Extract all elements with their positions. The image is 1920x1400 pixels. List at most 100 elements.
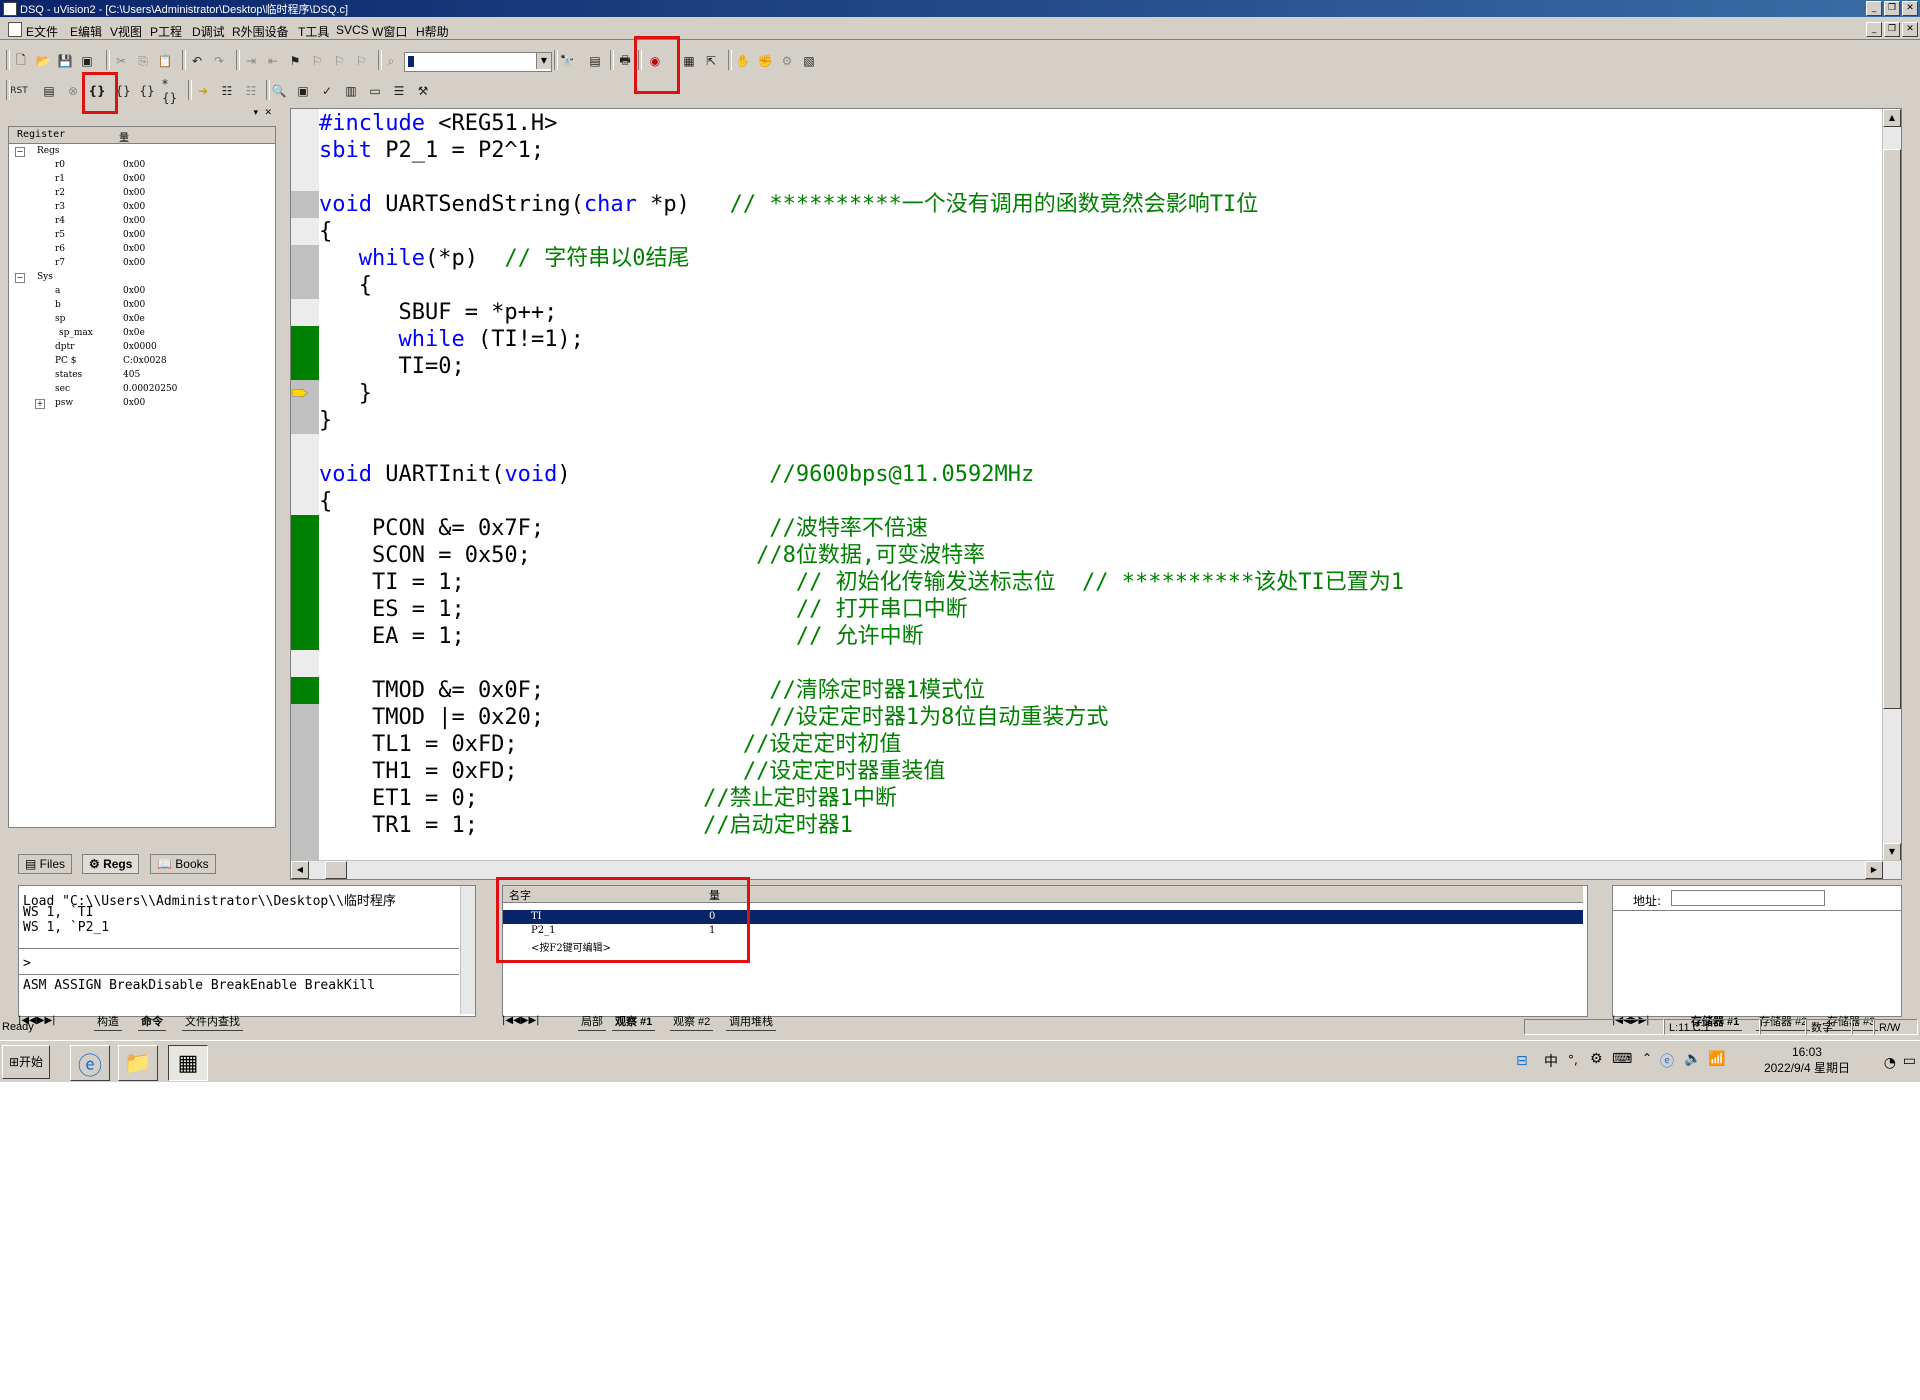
register-row[interactable]: + psw 0x00 (9, 397, 275, 411)
scroll-down-icon[interactable]: ▼ (1883, 843, 1901, 861)
register-row[interactable]: r0 0x00 (9, 159, 275, 173)
config-icon[interactable]: ⚙ (778, 52, 796, 70)
code-line[interactable]: TH1 = 0xFD; //设定定时器重装值 (319, 758, 945, 785)
trace-icon[interactable]: ☷ (218, 82, 236, 100)
menu-file[interactable]: E文件 (26, 23, 58, 40)
explorer-icon[interactable]: 📁 (118, 1045, 158, 1081)
panel-menu-icon[interactable]: ▾ (253, 108, 258, 118)
code-line[interactable]: TMOD &= 0x0F; //清除定时器1模式位 (319, 677, 985, 704)
redo-icon[interactable]: ↷ (210, 52, 228, 70)
new-file-icon[interactable]: 🗋 (12, 52, 30, 70)
menu-debug[interactable]: D调试 (192, 23, 225, 40)
scroll-right-icon[interactable]: ▶ (1865, 861, 1883, 879)
title-bar[interactable]: DSQ - uVision2 - [C:\Users\Administrator… (0, 0, 1920, 17)
code-line[interactable]: SBUF = *p++; (319, 299, 557, 326)
register-row[interactable]: r6 0x00 (9, 243, 275, 257)
mdi-close-button[interactable]: ✕ (1902, 22, 1918, 37)
volume-icon[interactable]: 🔈 (1684, 1051, 1701, 1067)
paste-icon[interactable]: 📋 (156, 52, 174, 70)
register-group[interactable]: − Regs (9, 145, 275, 159)
menu-tools[interactable]: T工具 (298, 23, 329, 40)
stop-icon[interactable]: ⊗ (64, 82, 82, 100)
mdi-minimize-button[interactable]: _ (1866, 22, 1882, 37)
punctuation-icon[interactable]: °, (1568, 1053, 1578, 1067)
menu-view[interactable]: V视图 (110, 23, 142, 40)
settings-icon[interactable]: ⚙ (1590, 1051, 1603, 1067)
print-icon[interactable]: 🖶 (616, 52, 634, 70)
tab-files[interactable]: ▤ Files (18, 854, 73, 874)
mdi-restore-button[interactable]: ❐ (1884, 22, 1900, 37)
clear-bookmarks-icon[interactable]: ⚐ (352, 52, 370, 70)
memory-window[interactable]: 地址: (1612, 885, 1902, 1017)
code-line[interactable]: EA = 1; // 允许中断 (319, 623, 924, 650)
code-line[interactable]: { (319, 272, 372, 299)
scroll-thumb[interactable] (1883, 149, 1901, 709)
save-all-icon[interactable]: ▣ (78, 52, 96, 70)
indent-icon[interactable]: ⇥ (242, 52, 260, 70)
code-line[interactable]: { (319, 218, 332, 245)
code-line[interactable]: SCON = 0x50; //8位数据,可变波特率 (319, 542, 985, 569)
register-row[interactable]: PC $ C:0x0028 (9, 355, 275, 369)
editor-vertical-scrollbar[interactable]: ▲ ▼ (1882, 109, 1901, 861)
tree-expand-icon[interactable]: + (35, 399, 45, 409)
ie-icon[interactable]: ⓔ (70, 1045, 110, 1081)
editor-gutter[interactable]: ➨ (291, 109, 319, 879)
notification-icon[interactable]: ◔ (1884, 1055, 1896, 1071)
menu-help[interactable]: H帮助 (416, 23, 449, 40)
show-hidden-icons[interactable]: ⌃ (1642, 1051, 1652, 1065)
register-row[interactable]: dptr 0x0000 (9, 341, 275, 355)
command-scrollbar[interactable] (460, 886, 475, 1014)
tab-regs[interactable]: ⚙ Regs (82, 854, 140, 874)
code-line[interactable]: void UARTInit(void) //9600bps@11.0592MHz (319, 461, 1034, 488)
register-row[interactable]: sp 0x0e (9, 313, 275, 327)
chevron-down-icon[interactable]: ▼ (536, 53, 551, 69)
register-row[interactable]: r4 0x00 (9, 215, 275, 229)
undo-icon[interactable]: ↶ (188, 52, 206, 70)
register-group[interactable]: − Sys (9, 271, 275, 285)
code-line[interactable]: void UARTSendString(char *p) // ********… (319, 191, 1258, 218)
code-line[interactable]: PCON &= 0x7F; //波特率不倍速 (319, 515, 928, 542)
code-line[interactable]: TR1 = 1; //启动定时器1 (319, 812, 853, 839)
bookmark-icon[interactable]: ⚑ (286, 52, 304, 70)
menu-window[interactable]: W窗口 (372, 23, 407, 40)
logic-analyzer-icon[interactable]: ☰ (390, 82, 408, 100)
disassembly-window-icon[interactable]: 🔍 (270, 82, 288, 100)
unindent-icon[interactable]: ⇤ (264, 52, 282, 70)
code-line[interactable]: { (319, 488, 332, 515)
incremental-find-icon[interactable]: ▤ (586, 52, 604, 70)
code-line[interactable]: } (319, 380, 372, 407)
tree-collapse-icon[interactable]: − (15, 273, 25, 283)
register-row[interactable]: r3 0x00 (9, 201, 275, 215)
code-line[interactable]: TMOD |= 0x20; //设定定时器1为8位自动重装方式 (319, 704, 1108, 731)
hscroll-thumb[interactable] (325, 861, 347, 879)
menu-svcs[interactable]: SVCS (336, 23, 369, 37)
code-line[interactable]: ET1 = 0; //禁止定时器1中断 (319, 785, 897, 812)
code-line[interactable]: } (319, 407, 332, 434)
cut-icon[interactable]: ✂ (112, 52, 130, 70)
register-row[interactable]: a 0x00 (9, 285, 275, 299)
register-row[interactable]: sec 0.00020250 (9, 383, 275, 397)
address-input[interactable] (1671, 890, 1825, 906)
memory-window-icon[interactable]: ▥ (342, 82, 360, 100)
toolbox-icon[interactable]: ⚒ (414, 82, 432, 100)
code-editor[interactable]: ➨ #include <REG51.H> sbit P2_1 = P2^1; voi… (290, 108, 1902, 880)
stop-hand-icon[interactable]: ✊ (756, 52, 774, 70)
show-next-statement-icon[interactable]: ➜ (194, 82, 212, 100)
copy-icon[interactable]: ⎘ (134, 52, 152, 70)
tree-collapse-icon[interactable]: − (15, 147, 25, 157)
maximize-button[interactable]: ❐ (1884, 1, 1900, 16)
register-row[interactable]: b 0x00 (9, 299, 275, 313)
watch-window-icon[interactable]: ▣ (294, 82, 312, 100)
command-window[interactable]: Load "C:\\Users\\Administrator\\Desktop\… (18, 885, 476, 1017)
register-row[interactable]: r5 0x00 (9, 229, 275, 243)
find-combobox[interactable]: ▼ (404, 52, 552, 72)
next-bookmark-icon[interactable]: ⚐ (330, 52, 348, 70)
run-icon[interactable]: ▤ (40, 82, 58, 100)
scroll-left-icon[interactable]: ◀ (291, 861, 309, 879)
save-icon[interactable]: 💾 (56, 52, 74, 70)
window-view-icon[interactable]: ▦ (680, 52, 698, 70)
browser-tray-icon[interactable]: ⓔ (1660, 1051, 1674, 1071)
tab-books[interactable]: 📖 Books (150, 854, 216, 874)
start-button[interactable]: ⊞开始 (2, 1045, 50, 1079)
menu-edit[interactable]: E编辑 (70, 23, 102, 40)
